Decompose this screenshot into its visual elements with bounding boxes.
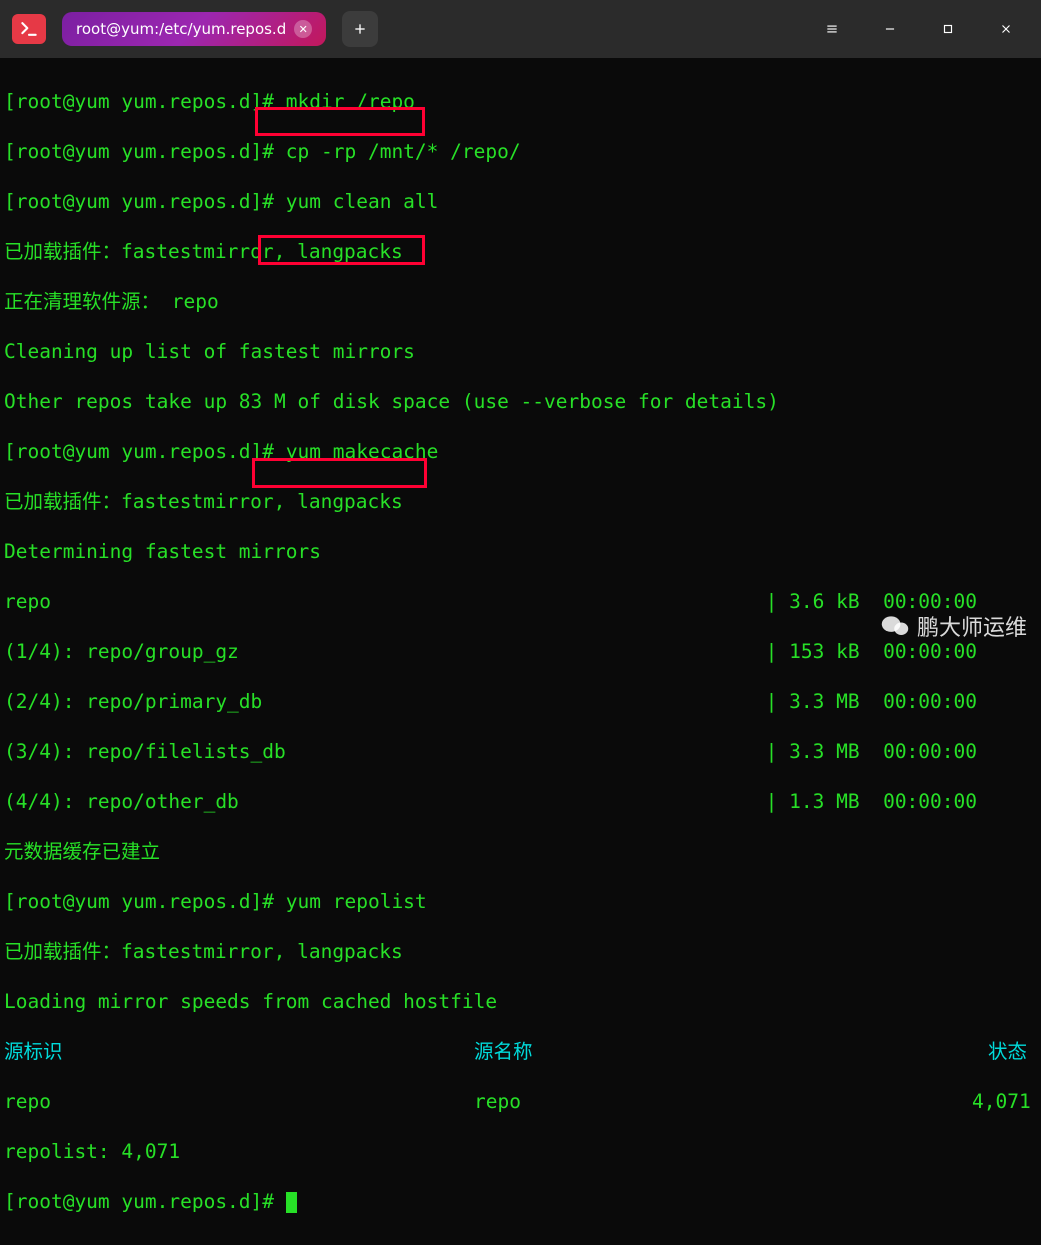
tab-close-icon[interactable]: ✕ xyxy=(294,20,312,38)
output-line: Loading mirror speeds from cached hostfi… xyxy=(4,989,1037,1014)
window-controls xyxy=(809,13,1029,45)
repolist-footer: repolist: 4,071 xyxy=(4,1139,1037,1164)
cmd-yum-makecache: yum makecache xyxy=(286,440,439,463)
title-bar: root@yum:/etc/yum.repos.d ✕ xyxy=(0,0,1041,58)
output-line: 正在清理软件源： repo xyxy=(4,289,1037,314)
prompt: [root@yum yum.repos.d]# xyxy=(4,90,274,113)
output-line: 已加载插件：fastestmirror, langpacks xyxy=(4,239,1037,264)
wechat-icon xyxy=(881,614,909,638)
repolist-header: 源标识源名称状态 xyxy=(4,1039,1037,1064)
maximize-icon[interactable] xyxy=(925,13,971,45)
cmd-yum-repolist: yum repolist xyxy=(286,890,427,913)
download-row: (3/4): repo/filelists_db| 3.3 MB 00:00:0… xyxy=(4,739,1037,764)
terminal-tab[interactable]: root@yum:/etc/yum.repos.d ✕ xyxy=(62,12,326,46)
prompt: [root@yum yum.repos.d]# xyxy=(4,440,274,463)
prompt: [root@yum yum.repos.d]# xyxy=(4,1190,274,1213)
menu-icon[interactable] xyxy=(809,13,855,45)
cmd-yum-clean: yum clean all xyxy=(286,190,439,213)
output-line: 已加载插件：fastestmirror, langpacks xyxy=(4,489,1037,514)
prompt: [root@yum yum.repos.d]# xyxy=(4,190,274,213)
download-row: (4/4): repo/other_db| 1.3 MB 00:00:00 xyxy=(4,789,1037,814)
terminal-app-icon xyxy=(12,14,46,44)
repolist-row: reporepo4,071 xyxy=(4,1089,1037,1114)
close-icon[interactable] xyxy=(983,13,1029,45)
prompt: [root@yum yum.repos.d]# xyxy=(4,890,274,913)
output-line: Cleaning up list of fastest mirrors xyxy=(4,339,1037,364)
output-line: 已加载插件：fastestmirror, langpacks xyxy=(4,939,1037,964)
minimize-icon[interactable] xyxy=(867,13,913,45)
prompt: [root@yum yum.repos.d]# xyxy=(4,140,274,163)
download-row: (1/4): repo/group_gz| 153 kB 00:00:00 xyxy=(4,639,1037,664)
tab-title: root@yum:/etc/yum.repos.d xyxy=(76,20,286,38)
new-tab-button[interactable] xyxy=(342,11,378,47)
cmd-cp: cp -rp /mnt/* /repo/ xyxy=(286,140,521,163)
download-row: (2/4): repo/primary_db| 3.3 MB 00:00:00 xyxy=(4,689,1037,714)
output-line: Determining fastest mirrors xyxy=(4,539,1037,564)
terminal-output[interactable]: [root@yum yum.repos.d]# mkdir /repo [roo… xyxy=(0,58,1041,1245)
cmd-mkdir: mkdir /repo xyxy=(286,90,415,113)
output-line: Other repos take up 83 M of disk space (… xyxy=(4,389,1037,414)
output-line: 元数据缓存已建立 xyxy=(4,839,1037,864)
watermark: 鹏大师运维 xyxy=(881,610,1027,642)
watermark-text: 鹏大师运维 xyxy=(917,610,1027,642)
terminal-cursor xyxy=(286,1192,297,1213)
